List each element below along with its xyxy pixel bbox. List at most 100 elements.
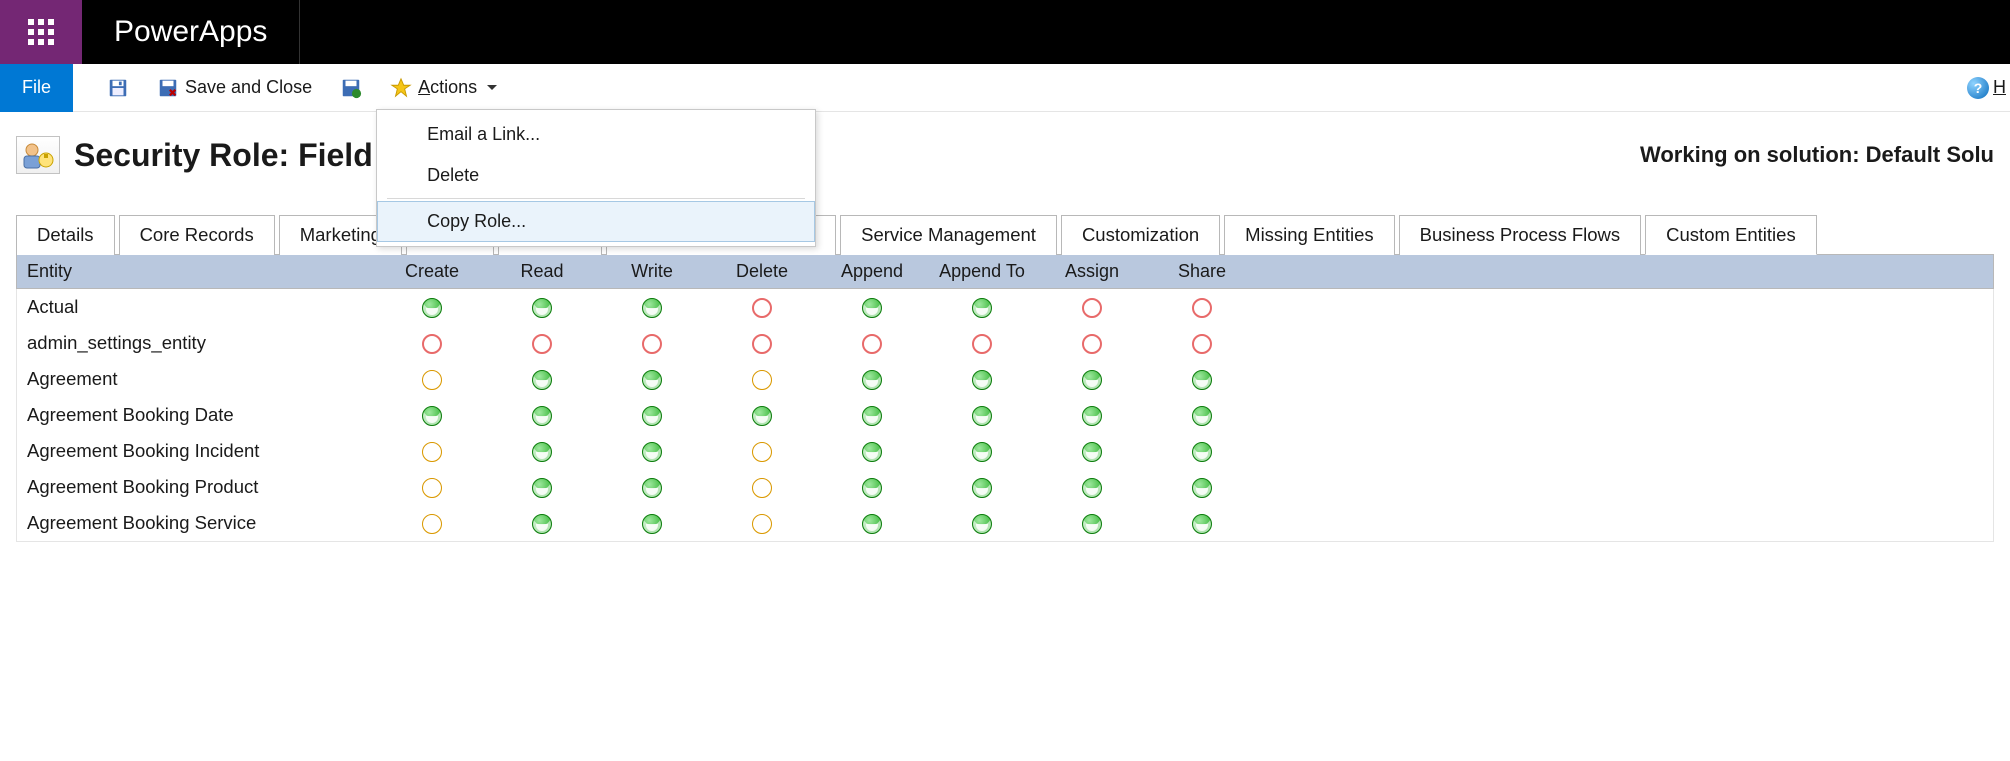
privilege-cell[interactable] — [1037, 296, 1147, 318]
privilege-cell[interactable] — [377, 296, 487, 318]
col-header-read: Read — [487, 255, 597, 288]
privilege-cell[interactable] — [1147, 332, 1257, 354]
file-menu-button[interactable]: File — [0, 64, 73, 112]
table-row: Agreement Booking Incident — [17, 433, 1993, 469]
privilege-cell[interactable] — [707, 296, 817, 318]
save-icon — [107, 77, 129, 99]
tab-service-management[interactable]: Service Management — [840, 215, 1057, 255]
privilege-cell[interactable] — [1147, 296, 1257, 318]
privilege-icon-org — [1192, 406, 1212, 426]
privilege-cell[interactable] — [487, 368, 597, 390]
privilege-icon-org — [532, 478, 552, 498]
privilege-cell[interactable] — [817, 404, 927, 426]
privilege-cell[interactable] — [927, 440, 1037, 462]
privilege-cell[interactable] — [927, 512, 1037, 534]
menu-item-email-link[interactable]: Email a Link... — [377, 114, 815, 155]
tab-business-process-flows[interactable]: Business Process Flows — [1399, 215, 1641, 255]
privilege-cell[interactable] — [377, 440, 487, 462]
privilege-cell[interactable] — [1147, 476, 1257, 498]
privilege-cell[interactable] — [1037, 332, 1147, 354]
privilege-icon-org — [532, 514, 552, 534]
save-close-icon — [157, 77, 179, 99]
privilege-icon-org — [642, 514, 662, 534]
privilege-cell[interactable] — [377, 476, 487, 498]
privilege-cell[interactable] — [377, 368, 487, 390]
app-launcher-button[interactable] — [0, 0, 82, 64]
save-button[interactable] — [99, 73, 137, 103]
privilege-cell[interactable] — [597, 404, 707, 426]
privilege-cell[interactable] — [1037, 368, 1147, 390]
privilege-icon-org — [862, 478, 882, 498]
privilege-icon-org — [642, 442, 662, 462]
privilege-icon-org — [972, 406, 992, 426]
privilege-cell[interactable] — [597, 368, 707, 390]
privilege-cell[interactable] — [817, 332, 927, 354]
privilege-cell[interactable] — [927, 368, 1037, 390]
actions-dropdown: Email a Link... Delete Copy Role... — [376, 109, 816, 247]
privilege-cell[interactable] — [1037, 512, 1147, 534]
grid-header-row: EntityCreateReadWriteDeleteAppendAppend … — [16, 255, 1994, 289]
table-row: Agreement Booking Product — [17, 469, 1993, 505]
help-icon: ? — [1967, 77, 1989, 99]
privilege-cell[interactable] — [817, 368, 927, 390]
tab-details[interactable]: Details — [16, 215, 115, 255]
tab-custom-entities[interactable]: Custom Entities — [1645, 215, 1817, 255]
privilege-cell[interactable] — [487, 404, 597, 426]
privilege-cell[interactable] — [1147, 404, 1257, 426]
privilege-icon-org — [862, 298, 882, 318]
privilege-icon-user — [422, 514, 442, 534]
privilege-cell[interactable] — [817, 476, 927, 498]
publish-button[interactable] — [332, 73, 370, 103]
privilege-cell[interactable] — [707, 476, 817, 498]
privilege-icon-org — [642, 478, 662, 498]
privilege-cell[interactable] — [597, 476, 707, 498]
privilege-cell[interactable] — [597, 332, 707, 354]
tab-customization[interactable]: Customization — [1061, 215, 1220, 255]
privilege-cell[interactable] — [487, 296, 597, 318]
privilege-cell[interactable] — [817, 440, 927, 462]
privilege-icon-org — [972, 478, 992, 498]
tab-missing-entities[interactable]: Missing Entities — [1224, 215, 1395, 255]
working-on-label: Working on solution: Default Solu — [1640, 142, 1994, 168]
entity-name: Agreement Booking Service — [17, 512, 377, 534]
privilege-cell[interactable] — [1037, 476, 1147, 498]
privilege-cell[interactable] — [377, 512, 487, 534]
privilege-cell[interactable] — [817, 296, 927, 318]
privilege-cell[interactable] — [927, 332, 1037, 354]
col-header-create: Create — [377, 255, 487, 288]
tab-core-records[interactable]: Core Records — [119, 215, 275, 255]
privilege-cell[interactable] — [707, 368, 817, 390]
privilege-cell[interactable] — [707, 332, 817, 354]
col-header-delete: Delete — [707, 255, 817, 288]
privilege-cell[interactable] — [927, 476, 1037, 498]
menu-item-delete[interactable]: Delete — [377, 155, 815, 196]
privilege-cell[interactable] — [817, 512, 927, 534]
privilege-cell[interactable] — [487, 440, 597, 462]
table-row: Agreement Booking Date — [17, 397, 1993, 433]
actions-menu-button[interactable]: Actions — [382, 73, 505, 103]
privilege-cell[interactable] — [707, 404, 817, 426]
privilege-cell[interactable] — [377, 332, 487, 354]
privilege-cell[interactable] — [597, 296, 707, 318]
privilege-cell[interactable] — [487, 476, 597, 498]
save-and-close-button[interactable]: Save and Close — [149, 73, 320, 103]
help-button[interactable]: ? H — [1963, 77, 2010, 99]
privilege-icon-org — [642, 298, 662, 318]
privilege-cell[interactable] — [1147, 440, 1257, 462]
privilege-cell[interactable] — [707, 440, 817, 462]
privilege-cell[interactable] — [597, 512, 707, 534]
privilege-cell[interactable] — [1147, 512, 1257, 534]
privilege-cell[interactable] — [1037, 404, 1147, 426]
privilege-icon-org — [422, 298, 442, 318]
privilege-icon-org — [642, 406, 662, 426]
privilege-cell[interactable] — [377, 404, 487, 426]
privilege-cell[interactable] — [487, 332, 597, 354]
privilege-cell[interactable] — [927, 296, 1037, 318]
privilege-cell[interactable] — [487, 512, 597, 534]
privilege-cell[interactable] — [1037, 440, 1147, 462]
privilege-cell[interactable] — [597, 440, 707, 462]
privilege-cell[interactable] — [927, 404, 1037, 426]
privilege-cell[interactable] — [1147, 368, 1257, 390]
menu-item-copy-role[interactable]: Copy Role... — [377, 201, 815, 242]
privilege-cell[interactable] — [707, 512, 817, 534]
